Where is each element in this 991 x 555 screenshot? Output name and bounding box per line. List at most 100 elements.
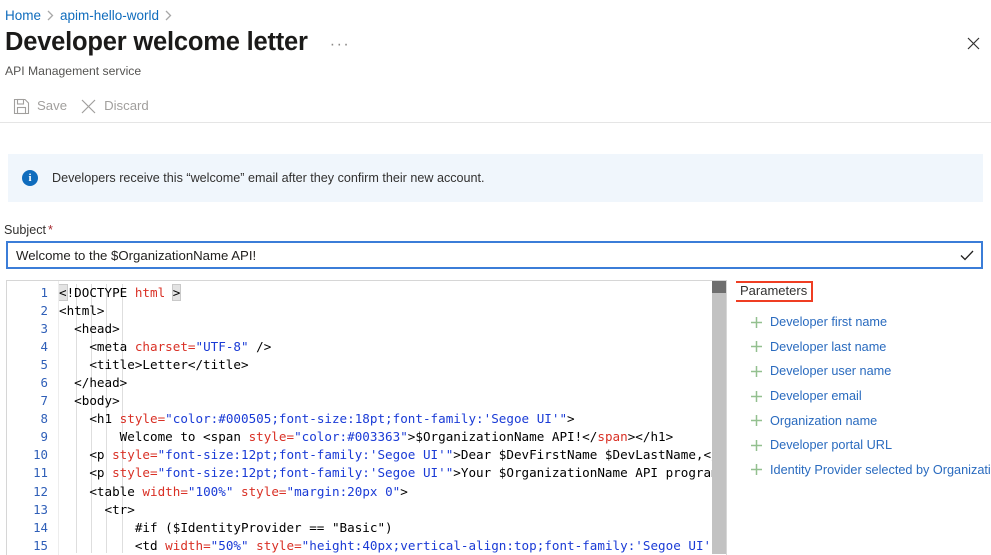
parameter-item-label: Developer last name — [770, 339, 887, 354]
title-row: Developer welcome letter ··· — [5, 28, 354, 57]
editor-vertical-scrollbar[interactable] — [712, 281, 726, 554]
editor-code-line[interactable]: <tr> — [59, 501, 726, 519]
breadcrumb: Home apim-hello-world — [5, 4, 178, 26]
editor-code-line[interactable]: <body> — [59, 392, 726, 410]
discard-button-label: Discard — [104, 98, 149, 114]
chevron-right-icon-2 — [165, 10, 172, 21]
code-token: #if ($IdentityProvider == "Basic") — [59, 519, 393, 535]
editor-code-line[interactable]: <title>Letter</title> — [59, 356, 726, 374]
editor-line-number: 12 — [33, 483, 48, 499]
code-token: span — [597, 429, 628, 445]
parameter-item[interactable]: Developer portal URL — [736, 433, 991, 458]
code-token: "100%" — [187, 483, 234, 499]
parameter-item-label: Organization name — [770, 413, 878, 428]
parameter-item-label: Developer portal URL — [770, 438, 892, 453]
editor-line-number: 1 — [40, 285, 48, 300]
code-token: <p — [59, 447, 113, 463]
parameter-item[interactable]: Developer first name — [736, 310, 991, 335]
code-token: >Dear $DevFirstName $DevLastName,</ — [453, 447, 719, 463]
subject-label-text: Subject — [4, 223, 47, 237]
parameter-item[interactable]: Organization name — [736, 408, 991, 433]
save-button[interactable]: Save — [8, 91, 75, 121]
code-token: <tr> — [59, 501, 135, 517]
code-token: >$OrganizationName API!</ — [407, 429, 598, 445]
editor-code-line[interactable]: <table width="100%" style="margin:20px 0… — [59, 483, 726, 501]
breadcrumb-item-resource[interactable]: apim-hello-world — [60, 8, 159, 23]
code-token: !DOCTYPE — [66, 285, 135, 300]
editor-code-line[interactable]: <html> — [59, 302, 726, 320]
parameter-item-label: Developer first name — [770, 315, 888, 330]
editor-code-line[interactable]: Welcome to <span style="color:#003363">$… — [59, 428, 726, 446]
checkmark-icon — [953, 243, 981, 267]
code-token: <table — [59, 483, 143, 499]
editor-code-line[interactable]: <meta charset="UTF-8" /> — [59, 338, 726, 356]
save-button-label: Save — [37, 98, 68, 114]
editor-line-number: 14 — [33, 519, 48, 535]
editor-code-line[interactable]: #if ($IdentityProvider == "Basic") — [59, 519, 726, 537]
subject-field[interactable] — [6, 241, 983, 269]
editor-line-number: 4 — [40, 339, 48, 355]
editor-line-number-gutter: 1 2 3 4 5 6 7 8 9 10 11 12 13 14 15 — [7, 281, 59, 555]
chevron-right-icon — [47, 10, 54, 21]
plus-icon — [746, 414, 766, 427]
editor-line-number: 10 — [33, 447, 48, 463]
editor-code-area[interactable]: <!DOCTYPE html > <html> <head> <meta char… — [59, 281, 726, 555]
code-token: <meta — [59, 339, 135, 355]
code-token: > — [400, 483, 408, 499]
code-token: >Your $OrganizationName API program reg — [453, 465, 726, 481]
discard-button[interactable]: Discard — [75, 91, 157, 121]
code-token: "height:40px;vertical-align:top;font-fam… — [301, 537, 726, 553]
code-token: "font-size:12pt;font-family:'Segoe UI'" — [157, 447, 454, 463]
parameters-title: Parameters — [740, 283, 808, 298]
code-token: ></h1> — [627, 429, 674, 445]
editor-code-line[interactable]: <p style="font-size:12pt;font-family:'Se… — [59, 446, 726, 464]
parameter-item-label: Identity Provider selected by Organizati… — [770, 462, 991, 477]
html-code-editor[interactable]: 1 2 3 4 5 6 7 8 9 10 11 12 13 14 15 <!DOCTYPE html > <h… — [6, 280, 727, 555]
editor-line-number: 15 — [33, 537, 48, 553]
code-token: <td — [59, 537, 166, 553]
editor-code-line[interactable]: <td width="50%" style="height:40px;verti… — [59, 537, 726, 555]
code-token: > — [567, 411, 575, 427]
editor-code-line[interactable]: </head> — [59, 374, 726, 392]
code-token: style= — [112, 465, 158, 481]
code-token: charset= — [134, 339, 196, 355]
editor-code-line[interactable]: <h1 style="color:#000505;font-size:18pt;… — [59, 410, 726, 428]
code-token: html — [134, 285, 173, 300]
info-banner: i Developers receive this “welcome” emai… — [8, 154, 983, 202]
editor-line-number: 13 — [33, 501, 48, 517]
parameter-item-label: Developer user name — [770, 364, 892, 379]
editor-line-number: 8 — [40, 411, 48, 427]
editor-code-line[interactable]: <p style="font-size:12pt;font-family:'Se… — [59, 464, 726, 482]
code-token: width= — [142, 483, 188, 499]
code-token: width= — [165, 537, 211, 553]
close-button[interactable] — [960, 33, 986, 59]
parameter-item[interactable]: Identity Provider selected by Organizati… — [736, 458, 991, 483]
editor-scrollbar-thumb[interactable] — [712, 281, 726, 293]
editor-line-number: 5 — [40, 357, 48, 373]
code-token: <p — [59, 465, 113, 481]
subject-input[interactable] — [8, 243, 953, 267]
more-options-button[interactable]: ··· — [326, 36, 354, 52]
code-token: < — [59, 284, 68, 301]
editor-code-line[interactable]: <head> — [59, 320, 726, 338]
editor-line-number: 3 — [40, 321, 48, 337]
code-token: > — [171, 284, 182, 301]
parameter-item[interactable]: Developer user name — [736, 359, 991, 384]
command-bar-divider — [0, 122, 991, 123]
code-token: /> — [248, 339, 272, 355]
code-token: </head> — [59, 375, 128, 391]
parameters-title-highlight: Parameters — [736, 281, 814, 302]
code-token: Welcome to <span — [59, 429, 249, 445]
save-icon — [12, 97, 31, 116]
editor-code-line[interactable]: <!DOCTYPE html > — [59, 284, 726, 302]
parameter-item[interactable]: Developer email — [736, 384, 991, 409]
parameter-item[interactable]: Developer last name — [736, 335, 991, 360]
code-token: <h1 — [59, 411, 120, 427]
plus-icon — [746, 316, 766, 329]
editor-line-number: 9 — [40, 429, 48, 445]
plus-icon — [746, 390, 766, 403]
breadcrumb-item-home[interactable]: Home — [5, 8, 41, 23]
subject-label: Subject * — [4, 223, 53, 237]
command-bar: Save Discard — [0, 90, 991, 122]
